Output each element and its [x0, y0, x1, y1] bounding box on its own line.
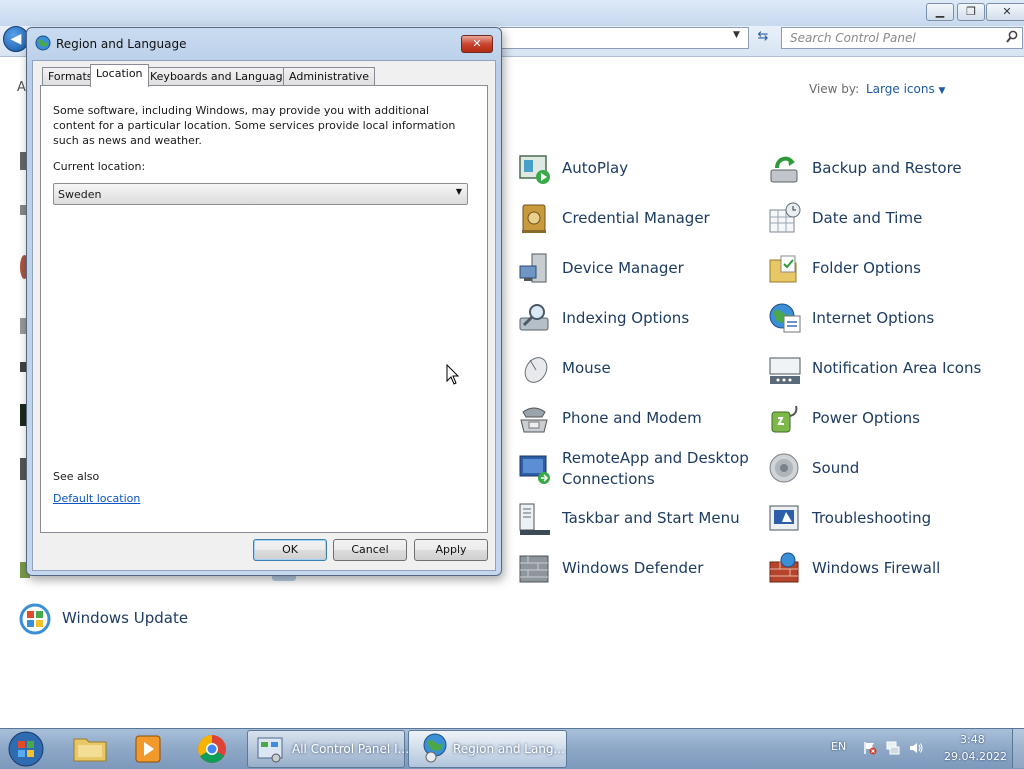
- windows-update-icon: [19, 603, 51, 635]
- region-language-dialog: Region and Language ✕ Formats Location K…: [26, 27, 502, 576]
- autoplay-icon: [519, 155, 550, 184]
- current-location-value: Sweden: [58, 188, 102, 201]
- date-time-icon: [769, 202, 801, 233]
- view-by-dropdown[interactable]: Large icons ▼: [866, 82, 945, 96]
- close-window-button[interactable]: ✕: [986, 3, 1024, 21]
- windows-firewall-icon: [769, 552, 799, 583]
- remoteapp-icon: [519, 455, 550, 484]
- taskbar-task-control-panel[interactable]: All Control Panel I...: [247, 730, 409, 768]
- volume-icon[interactable]: [909, 741, 923, 755]
- cp-left-fragment: A: [17, 80, 26, 95]
- location-info-text: Some software, including Windows, may pr…: [53, 104, 456, 147]
- language-indicator[interactable]: EN: [831, 740, 846, 753]
- tab-location[interactable]: Location: [90, 64, 149, 87]
- search-icon[interactable]: [1006, 30, 1018, 47]
- see-also-label: See also: [53, 470, 100, 483]
- tab-administrative[interactable]: Administrative: [283, 67, 376, 86]
- cp-item-label: Phone and Modem: [562, 409, 702, 427]
- explorer-icon[interactable]: [66, 733, 114, 765]
- cp-item-label: Internet Options: [812, 309, 935, 327]
- cp-item-label: Notification Area Icons: [812, 359, 982, 377]
- sound-icon: [769, 453, 799, 483]
- tab-keyboards-languages[interactable]: Keyboards and Languages: [144, 67, 302, 86]
- region-language-icon: [423, 733, 447, 763]
- cp-item-label: Sound: [812, 459, 860, 477]
- globe-icon: [35, 35, 51, 51]
- internet-options-icon: [769, 303, 801, 333]
- current-location-select[interactable]: Sweden ▼: [53, 183, 468, 205]
- search-input[interactable]: Search Control Panel: [781, 27, 1023, 49]
- taskbar-task-label: Region and Lang...: [453, 742, 565, 756]
- cancel-button[interactable]: Cancel: [333, 539, 407, 561]
- indexing-options-icon: [519, 304, 549, 331]
- taskbar-task-region-language[interactable]: Region and Lang...: [408, 730, 567, 768]
- current-location-label: Current location:: [53, 160, 146, 173]
- troubleshooting-icon: [769, 505, 799, 531]
- default-location-link[interactable]: Default location: [53, 491, 140, 506]
- start-button[interactable]: [6, 730, 46, 768]
- backup-restore-icon: [770, 156, 798, 183]
- maximize-button[interactable]: ❐: [957, 3, 985, 21]
- media-player-icon[interactable]: [124, 733, 172, 765]
- folder-options-icon: [769, 255, 797, 283]
- cp-item-label: Indexing Options: [562, 309, 690, 327]
- ok-button[interactable]: OK: [253, 539, 327, 561]
- cp-item-label: Date and Time: [812, 209, 923, 227]
- view-by-label: View by:: [809, 82, 860, 96]
- show-desktop-button[interactable]: [1012, 729, 1024, 768]
- location-tab-panel: Some software, including Windows, may pr…: [40, 85, 488, 533]
- control-panel-icon: [257, 737, 283, 763]
- dialog-close-button[interactable]: ✕: [461, 35, 493, 53]
- cp-item-label: Device Manager: [562, 259, 684, 277]
- taskbar: All Control Panel I... Region and Lang..…: [0, 728, 1024, 769]
- apply-button[interactable]: Apply: [414, 539, 488, 561]
- mouse-icon: [524, 357, 548, 383]
- clock-date[interactable]: 29.04.2022: [944, 750, 1007, 763]
- address-field[interactable]: [500, 27, 749, 49]
- clock-time[interactable]: 3:48: [960, 733, 985, 746]
- cp-item-label: Backup and Restore: [812, 159, 962, 177]
- chevron-down-icon: ▼: [938, 86, 946, 96]
- search-placeholder: Search Control Panel: [790, 31, 916, 45]
- notification-area-icon: [769, 357, 801, 384]
- control-panel-titlebar: [0, 0, 1024, 26]
- cp-item-label: Folder Options: [812, 259, 921, 277]
- dialog-body: Formats Location Keyboards and Languages…: [32, 60, 496, 571]
- chrome-icon[interactable]: [188, 733, 236, 765]
- taskbar-task-label: All Control Panel I...: [292, 742, 410, 756]
- cp-item-label: RemoteApp and Desktop Connections: [562, 449, 749, 488]
- cp-item-label: AutoPlay: [562, 159, 629, 177]
- credential-manager-icon: [522, 204, 546, 233]
- cp-item-label: Power Options: [812, 409, 920, 427]
- cp-item-label: Mouse: [562, 359, 611, 377]
- windows-defender-icon: [519, 555, 549, 583]
- refresh-button[interactable]: ⇆: [753, 28, 773, 46]
- phone-modem-icon: [520, 407, 548, 433]
- chevron-down-icon: ▼: [455, 187, 462, 196]
- dialog-title: Region and Language: [56, 37, 187, 51]
- back-arrow-icon: ◀: [10, 31, 22, 47]
- minimize-button[interactable]: ▁: [926, 3, 954, 21]
- cp-item-label: Troubleshooting: [812, 509, 932, 527]
- view-by-value: Large icons: [866, 82, 935, 96]
- power-options-icon: [771, 405, 798, 433]
- cp-item-label: Windows Firewall: [812, 559, 941, 577]
- mouse-pointer-icon: [446, 364, 460, 385]
- cp-item-label: Windows Update: [62, 609, 189, 627]
- cp-item-label: Credential Manager: [562, 209, 710, 227]
- network-icon[interactable]: [886, 741, 900, 755]
- address-dropdown-icon[interactable]: ▼: [733, 30, 740, 40]
- cp-item-label: Windows Defender: [562, 559, 704, 577]
- cp-item-label: Taskbar and Start Menu: [562, 509, 740, 527]
- action-center-flag-icon[interactable]: [863, 741, 877, 755]
- taskbar-start-icon: [519, 503, 550, 535]
- device-manager-icon: [519, 253, 547, 283]
- close-icon: ✕: [472, 37, 482, 50]
- refresh-icon: ⇆: [757, 29, 769, 44]
